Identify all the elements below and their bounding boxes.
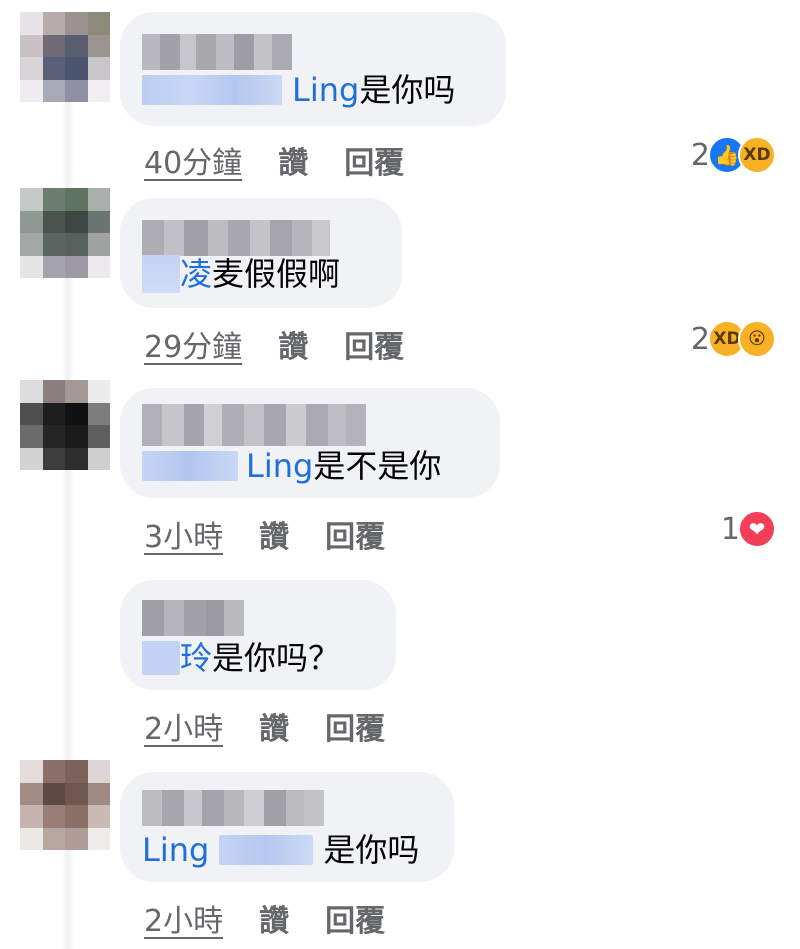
- like-button[interactable]: 讚: [259, 704, 289, 748]
- comment-timestamp[interactable]: 2小時: [144, 896, 223, 940]
- reaction-summary[interactable]: 2 XD 😮: [691, 320, 776, 358]
- reaction-summary[interactable]: 1 ❤: [721, 510, 776, 548]
- avatar[interactable]: [20, 188, 110, 278]
- comment-body: 是不是你: [313, 447, 442, 485]
- comment-text: 玲 是你吗？: [142, 638, 340, 678]
- commenter-name-blurred: [142, 220, 330, 256]
- comment-actions: 2小時 讚 回覆: [144, 896, 385, 940]
- haha-icon: XD: [738, 136, 776, 174]
- comment-timestamp[interactable]: 40分鐘: [144, 138, 242, 182]
- comment-body: 是你吗: [323, 831, 420, 869]
- mention-link[interactable]: Ling: [142, 830, 209, 870]
- mention-link[interactable]: 凌: [180, 254, 212, 294]
- avatar[interactable]: [20, 760, 110, 850]
- love-icon: ❤: [738, 510, 776, 548]
- like-button[interactable]: 讚: [259, 896, 289, 940]
- commenter-name-blurred: [142, 790, 324, 826]
- comment-timestamp[interactable]: 2小時: [144, 704, 223, 748]
- wow-icon: 😮: [738, 320, 776, 358]
- commenter-name-blurred: [142, 34, 292, 70]
- comment-actions: 3小時 讚 回覆: [144, 512, 385, 556]
- like-button[interactable]: 讚: [278, 138, 308, 182]
- like-button[interactable]: 讚: [278, 322, 308, 366]
- mention-blurred: [142, 451, 238, 481]
- mention-blurred: [142, 641, 180, 675]
- comment-timestamp[interactable]: 3小時: [144, 512, 223, 556]
- reply-button[interactable]: 回覆: [325, 896, 385, 940]
- comment-bubble: Ling 是你吗: [120, 12, 506, 126]
- reply-button[interactable]: 回覆: [325, 704, 385, 748]
- avatar[interactable]: [20, 380, 110, 470]
- comment-actions: 2小時 讚 回覆: [144, 704, 385, 748]
- comment-body: 麦假假啊: [212, 255, 341, 293]
- mention-blurred: [142, 75, 282, 105]
- comment-text: 凌 麦假假啊: [142, 254, 340, 294]
- reply-button[interactable]: 回覆: [344, 322, 404, 366]
- comment-body: 是你吗: [359, 71, 456, 109]
- comment-text: Ling 是你吗: [142, 70, 455, 110]
- comment-bubble: 玲 是你吗？: [120, 580, 396, 690]
- reaction-summary[interactable]: 2 👍 XD: [691, 136, 776, 174]
- comment-actions: 40分鐘 讚 回覆: [144, 138, 404, 182]
- like-button[interactable]: 讚: [259, 512, 289, 556]
- comment-bubble: Ling 是你吗: [120, 772, 454, 882]
- comment-actions: 29分鐘 讚 回覆: [144, 322, 404, 366]
- comment-bubble: 凌 麦假假啊: [120, 198, 402, 308]
- comment-body: 是你吗？: [212, 639, 341, 677]
- mention-link[interactable]: Ling: [246, 446, 313, 486]
- reply-button[interactable]: 回覆: [344, 138, 404, 182]
- mention-link[interactable]: Ling: [292, 70, 359, 110]
- comment-timestamp[interactable]: 29分鐘: [144, 322, 242, 366]
- mention-blurred: [142, 255, 180, 293]
- commenter-name-blurred: [142, 404, 366, 446]
- comment-text: Ling 是你吗: [142, 830, 419, 870]
- comment-bubble: Ling 是不是你: [120, 388, 500, 498]
- avatar[interactable]: [20, 12, 110, 102]
- reply-button[interactable]: 回覆: [325, 512, 385, 556]
- commenter-name-blurred: [142, 600, 244, 636]
- mention-blurred: [219, 835, 314, 865]
- mention-link[interactable]: 玲: [180, 638, 212, 678]
- comment-text: Ling 是不是你: [142, 446, 441, 486]
